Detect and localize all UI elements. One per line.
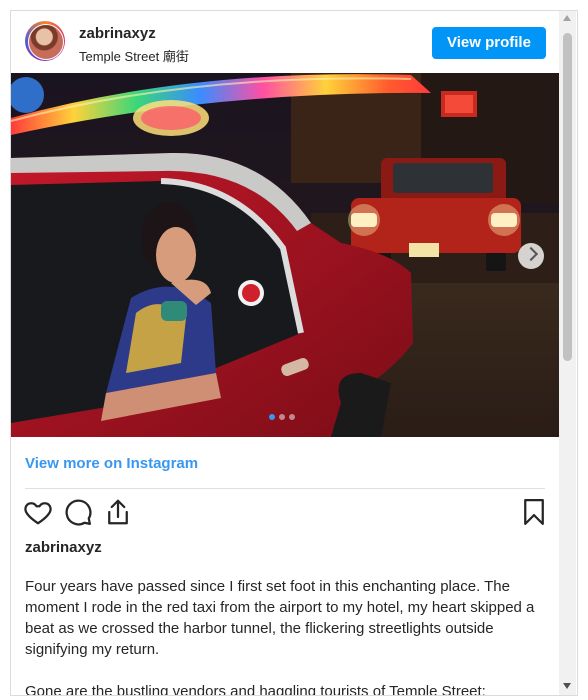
caption-paragraph: Gone are the bustling vendors and haggli… xyxy=(25,683,486,696)
carousel-dot-active xyxy=(269,414,275,420)
location-label[interactable]: Temple Street 廟街 xyxy=(79,46,189,65)
username[interactable]: zabrinaxyz xyxy=(79,25,156,42)
scroll-up-arrow-icon[interactable] xyxy=(563,15,571,21)
photo-scene xyxy=(11,73,559,437)
chevron-right-icon xyxy=(523,246,539,262)
carousel-dot xyxy=(279,414,285,420)
post-caption: Four years have passed since I first set… xyxy=(25,576,550,696)
avatar[interactable] xyxy=(25,21,65,61)
post-header: zabrinaxyz Temple Street 廟街 View profile xyxy=(11,11,559,73)
instagram-embed: zabrinaxyz Temple Street 廟街 View profile xyxy=(10,10,578,696)
heart-icon[interactable] xyxy=(23,497,53,527)
next-slide-button[interactable] xyxy=(518,243,544,269)
share-icon[interactable] xyxy=(103,497,133,527)
caption-paragraph: Four years have passed since I first set… xyxy=(25,578,535,658)
carousel-dot xyxy=(289,414,295,420)
caption-username[interactable]: zabrinaxyz xyxy=(25,539,102,556)
comment-icon[interactable] xyxy=(63,497,93,527)
view-profile-button[interactable]: View profile xyxy=(432,27,546,59)
vertical-scrollbar[interactable] xyxy=(559,11,576,695)
bookmark-icon[interactable] xyxy=(519,497,549,527)
scroll-down-arrow-icon[interactable] xyxy=(563,683,571,689)
scrollbar-thumb[interactable] xyxy=(563,33,572,361)
carousel-indicator xyxy=(269,414,309,422)
divider xyxy=(25,488,545,489)
post-photo[interactable] xyxy=(11,73,559,437)
view-more-link[interactable]: View more on Instagram xyxy=(25,455,198,472)
